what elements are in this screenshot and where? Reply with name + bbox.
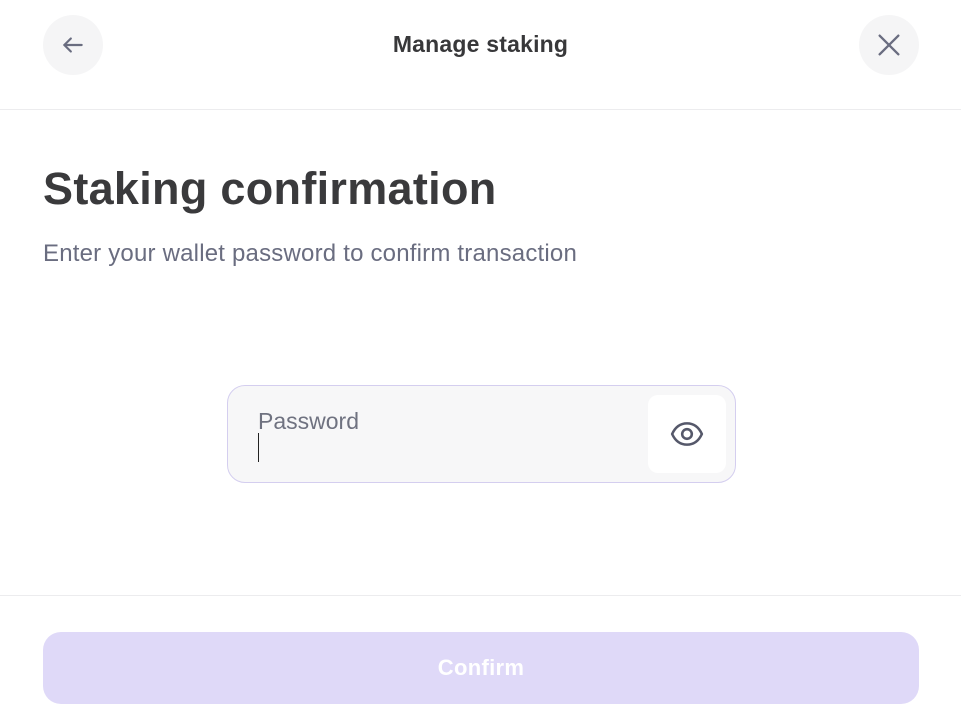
close-icon: [878, 34, 900, 56]
confirm-button[interactable]: Confirm: [43, 632, 919, 704]
footer-divider: [0, 595, 961, 596]
close-button[interactable]: [859, 15, 919, 75]
text-caret: [258, 433, 259, 462]
header: Manage staking: [0, 0, 961, 110]
show-password-button[interactable]: [648, 395, 726, 473]
page-title: Staking confirmation: [43, 163, 497, 214]
header-title: Manage staking: [392, 31, 569, 57]
password-label: Password: [258, 408, 359, 434]
password-input[interactable]: [258, 434, 638, 464]
page-subtitle: Enter your wallet password to confirm tr…: [43, 240, 578, 267]
password-field[interactable]: Password: [227, 385, 736, 483]
eye-icon: [670, 422, 704, 446]
